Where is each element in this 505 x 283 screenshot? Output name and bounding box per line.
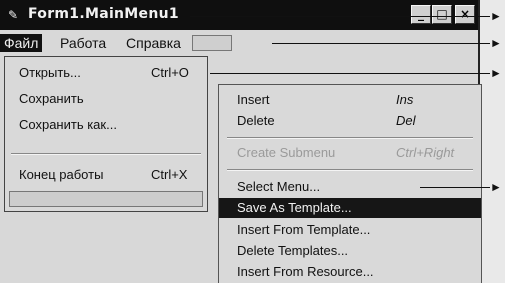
minimize-button[interactable]: _ [411,5,431,24]
close-button[interactable]: × [455,5,475,24]
ctx-item-label: Insert From Template... [237,222,371,237]
window-title: Form1.MainMenu1 [28,6,179,22]
callout-line [420,187,490,188]
ctx-item-label: Insert [237,92,270,107]
menu-item-label: Сохранить [19,91,84,106]
menu-separator [227,137,473,139]
menu-item-open[interactable]: Открыть... Ctrl+O [5,63,207,83]
ctx-item-shortcut: Del [396,113,416,128]
arrow-right-icon: ► [490,66,502,80]
ctx-item-insert-from-resource[interactable]: Insert From Resource... [219,262,481,282]
ctx-item-label: Save As Template... [237,200,352,215]
maximize-button[interactable]: □ [432,5,452,24]
ctx-item-shortcut: Ins [396,92,414,107]
ctx-item-delete-templates[interactable]: Delete Templates... [219,241,481,261]
ctx-item-delete[interactable]: Delete Del [219,111,481,131]
menu-item-exit[interactable]: Конец работы Ctrl+X [5,165,207,185]
menu-work[interactable]: Работа [58,34,108,52]
menu-item-save-as[interactable]: Сохранить как... [5,115,207,135]
menu-item-save[interactable]: Сохранить [5,89,207,109]
menu-separator [11,153,201,155]
ctx-item-create-submenu: Create Submenu Ctrl+Right [219,143,481,163]
arrow-right-icon: ► [490,180,502,194]
ctx-item-label: Insert From Resource... [237,264,374,279]
arrow-right-icon: ► [490,9,502,23]
ctx-item-save-as-template[interactable]: Save As Template... [219,198,481,218]
menu-item-label: Открыть... [19,65,81,80]
ctx-item-insert[interactable]: Insert Ins [219,90,481,110]
callout-line [272,43,490,44]
callout-line [210,73,490,74]
ctx-item-label: Delete [237,113,275,128]
ctx-item-label: Select Menu... [237,179,321,194]
menu-new-item-placeholder[interactable] [9,191,203,207]
menu-file[interactable]: Файл [0,34,43,52]
title-bar[interactable]: ✎ Form1.MainMenu1 _ □ × [0,0,478,30]
ctx-item-shortcut: Ctrl+Right [396,145,455,160]
form-icon[interactable]: ✎ [6,8,20,22]
file-dropdown: Открыть... Ctrl+O Сохранить Сохранить ка… [4,56,208,212]
menu-new-item-placeholder[interactable] [192,35,232,51]
menu-separator [227,169,473,171]
arrow-right-icon: ► [490,36,502,50]
ctx-item-label: Delete Templates... [237,243,349,258]
ctx-item-insert-from-template[interactable]: Insert From Template... [219,220,481,240]
context-menu: Insert Ins Delete Del Create Submenu Ctr… [218,84,482,283]
menu-item-shortcut: Ctrl+O [151,65,189,80]
callout-line [190,16,490,17]
menu-item-shortcut: Ctrl+X [151,167,188,182]
ctx-item-label: Create Submenu [237,145,336,160]
menu-item-label: Конец работы [19,167,104,182]
menu-item-label: Сохранить как... [19,117,117,132]
menu-help[interactable]: Справка [124,34,183,52]
